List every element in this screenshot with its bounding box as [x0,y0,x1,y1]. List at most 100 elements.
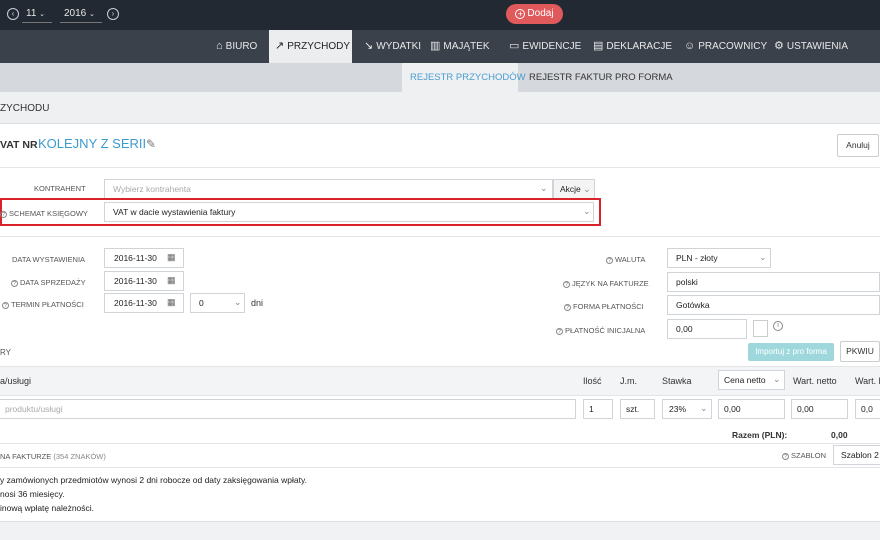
item-price-input[interactable]: 0,00 [718,399,785,419]
add-button-label: Dodaj [527,8,554,19]
nav-biuro[interactable]: ⌂ BIURO [210,30,263,63]
nav-label: MAJĄTEK [443,41,490,52]
invoice-number[interactable]: KOLEJNY Z SERII [38,136,146,151]
item-unit-input[interactable]: szt. [620,399,655,419]
notes-line[interactable]: nosi 36 miesięcy. [0,489,65,499]
cancel-button-label: Anuluj [846,140,870,150]
add-button[interactable]: + Dodaj [506,4,563,24]
year-value: 2016 [64,8,87,19]
notes-line[interactable]: inową wpłatę należności. [0,503,94,513]
item-name-input[interactable]: produktu/usługi [0,399,576,419]
nav-wydatki[interactable]: ↘ WYDATKI [358,30,427,63]
label-text: TERMIN PŁATNOŚCI [11,300,84,309]
help-icon: ? [606,257,613,264]
col-name-header: a/usługi [0,376,32,386]
import-pro-forma-button[interactable]: Importuj z pro forma [748,343,834,361]
kontrahent-select[interactable]: Wybierz kontrahenta [104,179,553,199]
col-unit-header: J.m. [620,376,637,386]
chevron-down-icon: ⌄ [759,252,767,262]
help-icon: ? [11,280,18,287]
label-text: JĘZYK NA FAKTURZE [572,279,649,288]
home-icon: ⌂ [216,40,223,52]
calendar-icon[interactable]: ▦ [167,275,176,286]
month-value: 11 [26,8,37,19]
tab-rejestr-pro-forma[interactable]: REJESTR FAKTUR PRO FORMA [521,63,681,92]
jezyk-select[interactable]: polski [667,272,880,292]
label-text: DATA SPRZEDAŻY [20,278,86,287]
year-select[interactable]: 2016 ⌄ [60,6,102,23]
help-icon: ? [782,453,789,460]
item-gross-input[interactable]: 0,0 [855,399,880,419]
invoice-prefix: VAT NR [0,139,38,151]
nav-pracownicy[interactable]: ☺ PRACOWNICY [678,30,773,63]
col-qty-header: Ilość [583,376,602,386]
schemat-label: ? SCHEMAT KSIĘGOWY [0,209,88,218]
szablon-select[interactable]: Szablon 2 [833,445,880,465]
nav-ewidencje[interactable]: ▭ EWIDENCJE [503,30,587,63]
net-value: 0,00 [797,404,814,414]
schemat-select[interactable]: VAT w dacie wystawienia faktury [104,202,594,222]
gear-icon: ⚙ [774,40,784,52]
calendar-icon[interactable]: ▦ [167,252,176,263]
szablon-value: Szablon 2 [841,450,879,460]
calendar-icon[interactable]: ▦ [167,297,176,308]
item-name-placeholder: produktu/usługi [5,404,63,414]
inicjalna-checkbox[interactable] [753,320,768,337]
data-sprzedazy-label: ? DATA SPRZEDAŻY [11,278,86,287]
divider [0,467,880,468]
nav-majatek[interactable]: ▥ MAJĄTEK [424,30,496,63]
cancel-button[interactable]: Anuluj [837,134,879,157]
page-title: ZYCHODU [0,103,50,114]
divider [0,167,880,168]
col-gross-header: Wart. b [855,376,880,386]
forma-platnosci-label: ? FORMA PŁATNOŚCI [564,302,644,311]
chevron-down-icon: ⌄ [540,183,548,193]
platnosc-inicjalna-label: ? PŁATNOŚĆ INICJALNA [556,326,645,335]
kontrahent-placeholder: Wybierz kontrahenta [113,184,191,194]
nav-label: USTAWIENIA [786,41,848,52]
waluta-select[interactable]: PLN - złoty [667,248,771,268]
rate-value: 23% [669,404,687,414]
waluta-value: PLN - złoty [676,253,718,263]
price-type-value: Cena netto [724,375,766,385]
kontrahent-actions-button[interactable]: Akcje ⌄ [553,179,595,199]
chevron-down-icon: ⌄ [700,403,708,413]
nav-label: PRZYCHODY [287,41,351,52]
item-net-input[interactable]: 0,00 [791,399,848,419]
gross-value: 0,0 [861,404,873,414]
notes-line[interactable]: y zamówionych przedmiotów wynosi 2 dni r… [0,475,307,485]
folder-icon: ▭ [509,40,520,52]
tab-label: REJESTR PRZYCHODÓW [410,72,526,83]
building-icon: ▥ [430,40,441,52]
trend-down-icon: ↘ [364,40,374,52]
title-strip [0,92,880,124]
pkwiu-button-label: PKWIU [846,346,874,356]
schemat-value: VAT w dacie wystawienia faktury [113,207,236,217]
items-section-label: RY [0,348,11,357]
label-text: SZABLON [791,451,827,460]
platnosc-inicjalna-input[interactable]: 0,00 [667,319,747,339]
nav-ustawienia[interactable]: ⚙ USTAWIENIA [768,30,854,63]
forma-platnosci-select[interactable]: Gotówka [667,295,880,315]
uwagi-label-text: NA FAKTURZE [0,452,52,461]
label-text: FORMA PŁATNOŚCI [573,302,644,311]
actions-label: Akcje [560,184,581,194]
pkwiu-button[interactable]: PKWIU [840,341,880,362]
nav-deklaracje[interactable]: ▤ DEKLARACJE [587,30,678,63]
jezyk-label: ? JĘZYK NA FAKTURZE [563,279,649,288]
uwagi-count: (354 ZNAKÓW) [53,452,106,461]
prev-month-icon[interactable]: ‹ [7,8,19,20]
uwagi-label: NA FAKTURZE (354 ZNAKÓW) [0,452,106,461]
tab-rejestr-przychodow[interactable]: REJESTR PRZYCHODÓW [402,63,526,92]
edit-pencil-icon[interactable]: ✎ [146,137,156,151]
month-select[interactable]: 11 ⌄ [22,6,52,23]
plus-icon: + [515,9,526,19]
date-value: 2016-11-30 [114,298,157,308]
date-value: 2016-11-30 [114,276,157,286]
item-qty-input[interactable]: 1 [583,399,613,419]
nav-przychody[interactable]: ↗ PRZYCHODY [269,30,352,63]
days-unit-label: dni [251,298,264,308]
chevron-down-icon: ⌄ [773,374,781,384]
info-icon[interactable]: i [773,321,783,331]
next-month-icon[interactable]: › [107,8,119,20]
